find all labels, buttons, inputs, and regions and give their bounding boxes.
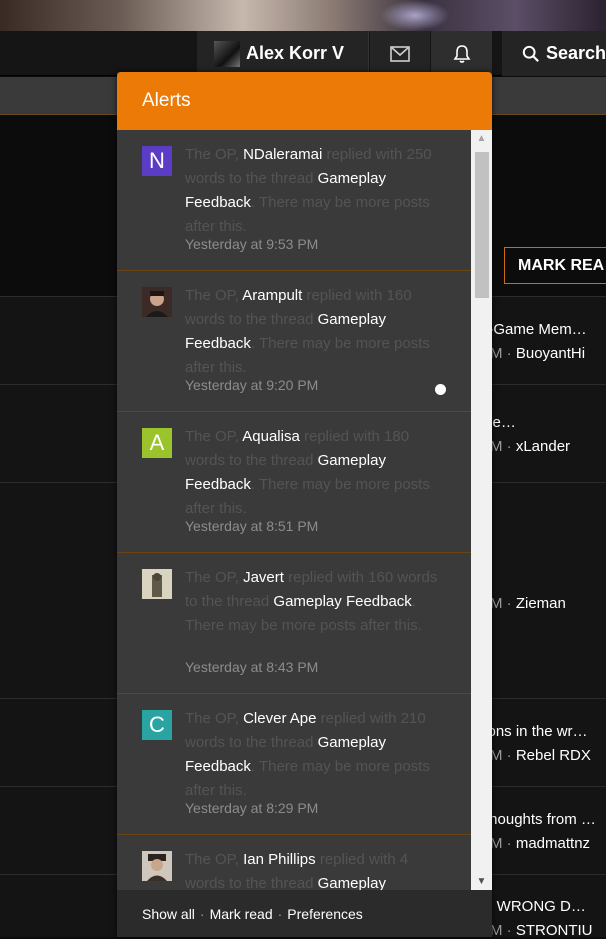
user-photo-icon	[142, 851, 172, 881]
account-button[interactable]: Alex Korr V	[197, 31, 369, 76]
alert-time: Yesterday at 8:51 PM	[185, 518, 319, 534]
alert-time: Yesterday at 8:29 PM	[185, 800, 319, 816]
scroll-up-arrow-icon[interactable]: ▲	[471, 130, 492, 147]
alert-item[interactable]: The OP, Arampult replied with 160 words …	[117, 271, 471, 412]
user-avatar	[214, 40, 240, 67]
footer-separator: ·	[199, 905, 205, 922]
alerts-list: N The OP, NDaleramai replied with 250 wo…	[117, 130, 471, 890]
alert-message: The OP, Clever Ape replied with 210 word…	[185, 707, 445, 803]
thread-meta: AM · Zieman	[480, 595, 566, 612]
alerts-footer: Show all · Mark read · Preferences	[117, 890, 492, 937]
avatar[interactable]: C	[142, 710, 172, 740]
alert-prefix: The OP,	[185, 287, 239, 304]
alert-item[interactable]: C The OP, Clever Ape replied with 210 wo…	[117, 694, 471, 835]
thread-last-poster[interactable]: xLander	[516, 438, 570, 455]
avatar[interactable]	[142, 569, 172, 599]
thread-meta: AM · STRONTIU	[480, 922, 593, 939]
search-icon	[522, 45, 539, 62]
show-all-link[interactable]: Show all	[142, 906, 195, 922]
alert-prefix: The OP,	[185, 146, 239, 163]
avatar[interactable]: A	[142, 428, 172, 458]
alerts-title: Alerts	[142, 90, 191, 111]
alert-prefix: The OP,	[185, 428, 239, 445]
header-banner	[0, 0, 606, 31]
thread-last-poster[interactable]: BuoyantHi	[516, 345, 585, 362]
avatar[interactable]	[142, 851, 172, 881]
thread-meta: AM · madmattnz	[480, 835, 590, 852]
alert-prefix: The OP,	[185, 851, 239, 868]
thread-meta: PM · Rebel RDX	[480, 747, 591, 764]
thread-meta: AM · xLander	[480, 438, 570, 455]
search-label: Search	[545, 43, 606, 63]
alert-item[interactable]: The OP, Javert replied with 160 words to…	[117, 553, 471, 694]
alert-time: Yesterday at 9:20 PM	[185, 377, 319, 393]
alert-item[interactable]: The OP, Ian Phillips replied with 4 word…	[117, 835, 471, 890]
alert-thread-link[interactable]: Gameplay Feedback	[273, 593, 411, 610]
scroll-down-arrow-icon[interactable]: ▼	[471, 873, 492, 890]
avatar[interactable]: N	[142, 146, 172, 176]
user-photo-icon	[142, 569, 172, 599]
top-navbar: Alex Korr V Search	[0, 31, 606, 76]
alert-prefix: The OP,	[185, 710, 239, 727]
alert-user-link[interactable]: Ian Phillips	[243, 851, 316, 868]
mark-read-button[interactable]: MARK REA	[504, 247, 606, 284]
username: Alex Korr V	[246, 43, 345, 63]
alerts-menu: Alerts N The OP, NDaleramai replied with…	[117, 72, 492, 937]
bell-icon	[453, 44, 470, 63]
alert-prefix: The OP,	[185, 569, 239, 586]
thread-title[interactable]: Thoughts from …	[480, 811, 596, 828]
alert-message: The OP, Ian Phillips replied with 4 word…	[185, 848, 445, 890]
footer-separator: ·	[277, 905, 283, 922]
alert-user-link[interactable]: Aqualisa	[242, 428, 300, 445]
alert-message: The OP, NDaleramai replied with 250 word…	[185, 143, 445, 239]
unread-indicator[interactable]	[435, 384, 446, 395]
alert-item[interactable]: N The OP, NDaleramai replied with 250 wo…	[117, 130, 471, 271]
scrollbar-thumb[interactable]	[475, 152, 489, 298]
search-button[interactable]: Search	[502, 31, 606, 76]
alert-time: Yesterday at 8:43 PM	[185, 659, 319, 675]
alert-thread-link[interactable]: Gameplay	[318, 875, 386, 890]
alerts-header: Alerts	[117, 72, 492, 130]
thread-last-poster[interactable]: madmattnz	[516, 835, 590, 852]
alert-message: The OP, Arampult replied with 160 words …	[185, 284, 445, 380]
alert-message: The OP, Javert replied with 160 words to…	[185, 566, 445, 638]
avatar[interactable]	[142, 287, 172, 317]
user-photo-icon	[142, 287, 172, 317]
thread-meta: AM · BuoyantHi	[480, 345, 585, 362]
envelope-icon	[390, 45, 410, 62]
alert-user-link[interactable]: NDaleramai	[243, 146, 322, 163]
alert-user-link[interactable]: Clever Ape	[243, 710, 316, 727]
alert-message: The OP, Aqualisa replied with 180 words …	[185, 425, 445, 521]
thread-last-poster[interactable]: Zieman	[516, 595, 566, 612]
preferences-link[interactable]: Preferences	[287, 906, 362, 922]
mark-read-link[interactable]: Mark read	[210, 906, 273, 922]
alert-time: Yesterday at 9:53 PM	[185, 236, 319, 252]
alert-user-link[interactable]: Javert	[243, 569, 284, 586]
banner-glow	[380, 0, 450, 31]
thread-title[interactable]: tions in the wr…	[480, 723, 588, 740]
inbox-button[interactable]	[370, 31, 430, 76]
alert-item[interactable]: A The OP, Aqualisa replied with 180 word…	[117, 412, 471, 553]
thread-last-poster[interactable]: Rebel RDX	[516, 747, 591, 764]
thread-title[interactable]: n-Game Mem…	[480, 321, 587, 338]
alert-user-link[interactable]: Arampult	[242, 287, 302, 304]
thread-title[interactable]: to WRONG D…	[480, 898, 586, 915]
thread-last-poster[interactable]: STRONTIU	[516, 922, 593, 939]
alerts-scrollbar[interactable]: ▲ ▼	[471, 130, 492, 890]
alerts-button[interactable]	[431, 31, 492, 76]
